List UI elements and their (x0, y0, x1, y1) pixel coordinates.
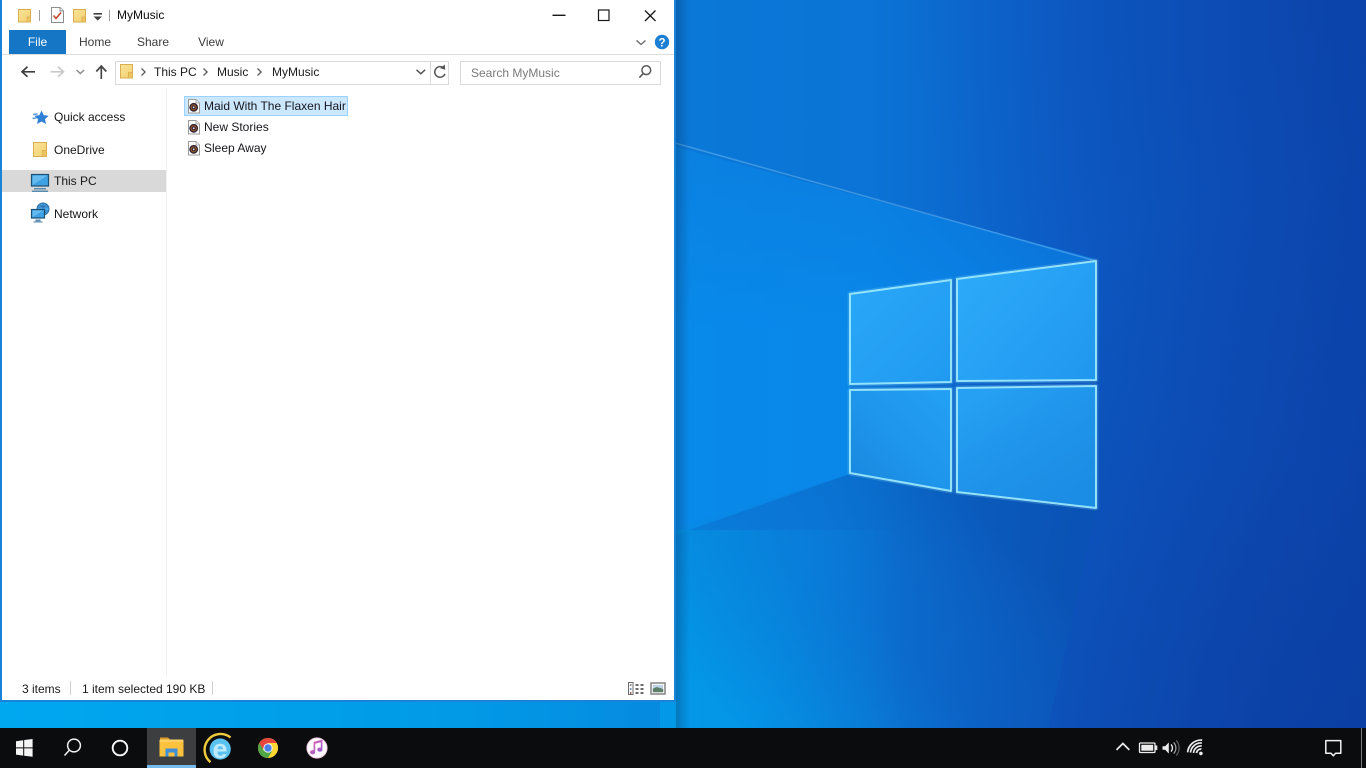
svg-text:e: e (212, 734, 227, 764)
